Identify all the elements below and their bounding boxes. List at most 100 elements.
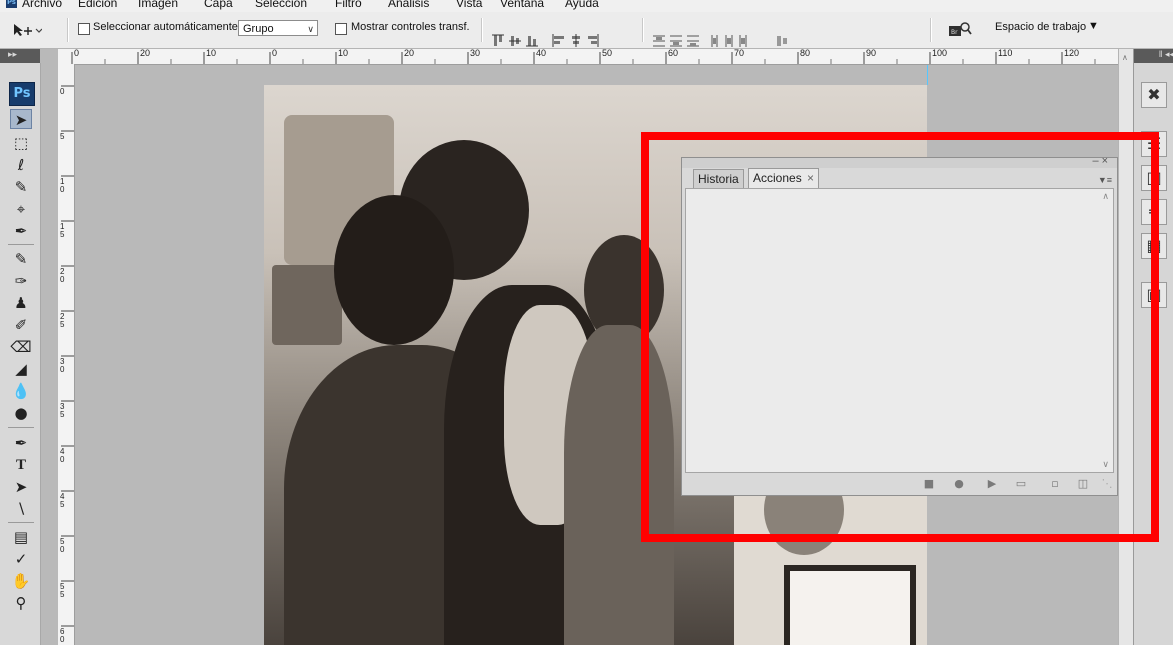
pen-tool-icon[interactable]: ✒ [10,433,32,453]
align-hcenter-icon[interactable] [572,34,580,47]
menu-edicion[interactable]: Edición [78,0,117,10]
bridge-button[interactable]: Br [948,21,972,37]
ruler-label: 10 [60,177,65,194]
show-transform-label: Mostrar controles transf. [351,21,470,33]
distribute-left-icon[interactable] [711,35,718,47]
menu-analisis[interactable]: Análisis [388,0,429,10]
ruler-label: 15 [60,222,65,239]
path-selection-tool-icon[interactable]: ➤ [10,477,32,497]
align-left-icon[interactable] [552,34,564,47]
divider [8,522,34,523]
distribute-bottom-icon[interactable] [687,35,699,47]
options-bar: Seleccionar automáticamente: Grupo ∨ Mos… [0,12,1173,49]
menu-ayuda[interactable]: Ayuda [565,0,599,10]
collapse-icon[interactable]: ▸▸ [8,49,17,60]
ruler-label: 110 [998,49,1013,58]
divider [8,244,34,245]
blur-tool-icon[interactable]: 💧 [10,381,32,401]
tools-panel: Ps ➤ ⬚ ℓ ✎ ⌖ ✒ ✎ ✑ ♟ ✐ ⌫ ◢ 💧 ● ✒ T ➤ ∖ ▤… [0,63,41,645]
divider [67,18,69,42]
align-bottom-icon[interactable] [526,36,538,47]
distribute-hcenter-icon[interactable] [725,35,733,47]
ruler-vertical[interactable]: 0 5 10 15 20 25 30 35 40 45 50 55 60 [58,64,75,645]
dodge-tool-icon[interactable]: ● [10,403,32,423]
menu-bar: Ps Archivo Edición Imagen Capa Selección… [0,0,1173,12]
ruler-label: 50 [602,49,613,58]
notes-tool-icon[interactable]: ▤ [10,527,32,547]
ruler-label: 100 [932,49,948,58]
auto-align-icon[interactable] [777,36,787,46]
tool-preset-picker[interactable] [12,22,43,38]
auto-select-dropdown[interactable]: Grupo ∨ [238,20,318,36]
workspace-label[interactable]: Espacio de trabajo [995,21,1086,33]
highlight-box [641,132,1159,542]
tools-preset-icon[interactable]: ✖ [1141,82,1167,108]
ruler-label: 120 [1064,49,1080,58]
slice-tool-icon[interactable]: ✒ [10,221,32,241]
move-tool-icon[interactable]: ➤ [10,109,32,129]
ruler-label: 30 [60,357,65,374]
align-vcenter-icon[interactable] [509,36,521,46]
ruler-label: 20 [140,49,151,58]
ruler-label: 80 [800,49,811,58]
type-tool-icon[interactable]: T [10,455,32,475]
menu-ventana[interactable]: Ventana [500,0,544,10]
ruler-label: 30 [470,49,481,58]
ruler-label: 5 [60,132,65,141]
marquee-tool-icon[interactable]: ⬚ [10,133,32,153]
ruler-label: 60 [60,627,65,644]
menu-imagen[interactable]: Imagen [138,0,178,10]
distribute-right-icon[interactable] [739,35,747,47]
align-top-icon[interactable] [492,34,504,46]
divider [481,18,483,42]
show-transform-checkbox[interactable] [335,23,347,35]
ruler-label: 20 [404,49,415,58]
ruler-label: 25 [60,312,65,329]
menu-seleccion[interactable]: Selección [255,0,307,10]
ruler-label: 0 [272,49,278,58]
auto-select-checkbox[interactable] [78,23,90,35]
ruler-label: 55 [60,582,65,599]
distribute-top-icon[interactable] [653,35,665,47]
menu-archivo[interactable]: Archivo [22,0,62,10]
crop-tool-icon[interactable]: ⌖ [10,199,32,219]
ruler-label: 40 [60,447,65,464]
expand-icon[interactable]: ‖ ◂◂ [1159,49,1173,59]
menu-vista[interactable]: Vista [456,0,482,10]
ruler-label: 45 [60,492,65,509]
align-icons-group [492,34,599,47]
poster-frame [784,565,916,645]
dock-header[interactable]: ‖ ◂◂ [1134,49,1173,63]
scroll-up-icon[interactable]: ∧ [1122,53,1128,62]
ruler-ticks [61,85,74,627]
ruler-label: 90 [866,49,877,58]
distribute-vcenter-icon[interactable] [670,35,682,47]
align-right-icon[interactable] [588,34,599,47]
workspace-dropdown-icon[interactable]: ▼ [1088,20,1099,32]
healing-brush-tool-icon[interactable]: ✎ [10,249,32,269]
ruler-label: 20 [60,267,65,284]
tools-panel-header[interactable]: ▸▸ [0,49,40,63]
ruler-label: 40 [536,49,547,58]
ruler-horizontal[interactable]: 0 20 10 0 10 20 30 40 50 60 70 80 90 100… [58,49,1118,65]
paint-bucket-tool-icon[interactable]: ◢ [10,359,32,379]
quick-selection-tool-icon[interactable]: ✎ [10,177,32,197]
history-brush-tool-icon[interactable]: ✐ [10,315,32,335]
person-head [334,195,454,345]
eyedropper-tool-icon[interactable]: ✓ [10,549,32,569]
menu-capa[interactable]: Capa [204,0,233,10]
hand-tool-icon[interactable]: ✋ [10,571,32,591]
brush-tool-icon[interactable]: ✑ [10,271,32,291]
lasso-tool-icon[interactable]: ℓ [10,155,32,175]
ruler-label: 0 [74,49,80,58]
line-tool-icon[interactable]: ∖ [10,499,32,519]
ruler-label: 10 [206,49,217,58]
zoom-tool-icon[interactable]: ⚲ [10,593,32,613]
wall-frame [272,265,342,345]
eraser-tool-icon[interactable]: ⌫ [10,337,32,357]
photoshop-logo: Ps [9,82,35,106]
chevron-down-icon: ∨ [307,24,314,34]
clone-stamp-tool-icon[interactable]: ♟ [10,293,32,313]
ruler-label: 35 [60,402,65,419]
menu-filtro[interactable]: Filtro [335,0,362,10]
